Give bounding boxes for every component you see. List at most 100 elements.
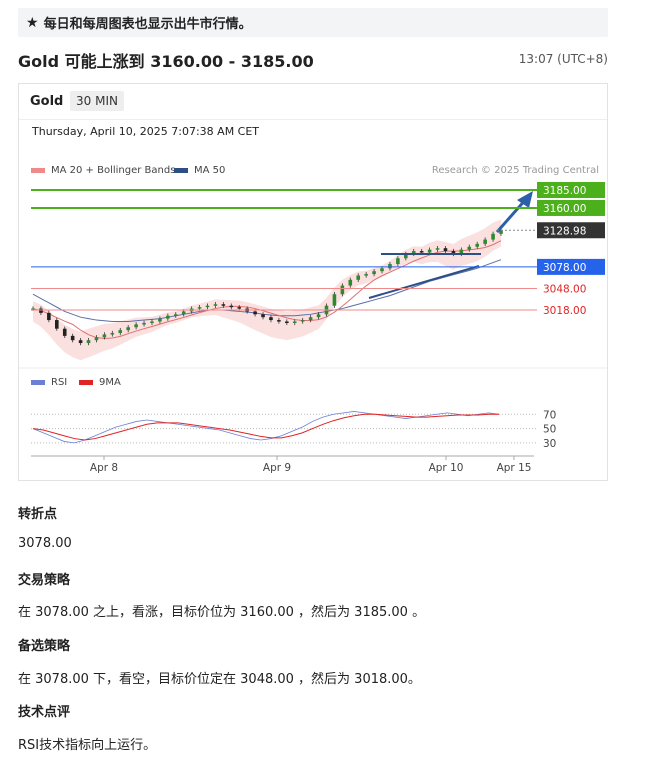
x-tick-label: Apr 15 [497, 462, 532, 474]
candle-body [300, 320, 305, 322]
level-label: 3018.00 [543, 305, 586, 317]
section-text-alternative: 在 3078.00 下，看空，目标价位定在 3048.00 ，然后为 3018.… [18, 672, 421, 687]
star-icon: ★ [26, 14, 39, 31]
candle-body [356, 275, 361, 280]
chart-credit: Research © 2025 Trading Central [432, 165, 599, 176]
candle-body [118, 330, 123, 333]
rsi-legend-label: RSI [51, 377, 67, 388]
rsi-tick-label: 30 [543, 438, 556, 450]
legend-label-ma50: MA 50 [194, 165, 225, 176]
legend-swatch-ma50 [174, 168, 188, 173]
candle-body [396, 258, 400, 265]
x-tick-Apr-10: Apr 10 [429, 456, 464, 474]
rsi-panel: 70 50 30 [31, 409, 556, 450]
article-title: Gold 可能上涨到 3160.00 - 3185.00 [18, 52, 314, 71]
candle-body [181, 311, 186, 315]
candle-body [269, 317, 273, 321]
candle-body [277, 320, 281, 322]
x-axis-ticks: Apr 8 Apr 9 Apr 10 Apr 15 [90, 456, 532, 474]
candle-body [332, 294, 337, 306]
level-3160.00: 3160.00 [31, 199, 605, 216]
candle-body [110, 332, 115, 335]
candle-body [419, 251, 424, 253]
x-tick-label: Apr 10 [429, 462, 464, 474]
chart-header: Gold 30 MIN [19, 84, 607, 120]
candle-body [102, 334, 107, 338]
level-3128.98: 3128.98 [497, 222, 605, 239]
section-label-strategy: 交易策略 [18, 573, 71, 588]
level-label: 3128.98 [543, 225, 586, 237]
candle-body [229, 305, 234, 308]
candle-body [388, 264, 392, 269]
level-label: 3160.00 [543, 203, 586, 215]
candle-body [166, 315, 170, 319]
price-levels: 3185.00 3160.00 3128.98 3078.00 3048.00 3018.… [31, 182, 605, 317]
candle-body [364, 274, 368, 276]
x-tick-Apr-15: Apr 15 [497, 456, 532, 474]
candle-body [340, 285, 345, 295]
candle-body [237, 307, 242, 309]
x-tick-label: Apr 8 [90, 462, 118, 474]
x-tick-label: Apr 9 [263, 462, 291, 474]
chart-card: Gold 30 MIN Thursday, April 10, 2025 7:0… [18, 83, 608, 481]
candle-body [491, 233, 495, 240]
candle-body [173, 314, 178, 316]
candle-body [197, 307, 202, 309]
notice-banner: ★ 每日和每周图表也显示出牛市行情。 [18, 8, 608, 37]
candle-body [316, 314, 321, 318]
rsi-ma-legend-swatch [79, 380, 93, 385]
candle-body [308, 317, 313, 321]
rsi-tick-label: 70 [543, 409, 556, 421]
candle-body [483, 239, 487, 244]
section-text-pivot: 3078.00 [18, 536, 72, 551]
legend-swatch-bb [31, 168, 45, 173]
candle-body [475, 243, 480, 247]
candle-body [134, 324, 138, 328]
candle-body [39, 308, 43, 313]
candle-body [54, 320, 59, 329]
article-time: 13:07 (UTC+8) [518, 52, 608, 66]
candle-body [150, 321, 154, 323]
candle-body [94, 337, 99, 341]
candle-body [70, 335, 75, 341]
candle-body [348, 279, 353, 286]
x-tick-Apr-9: Apr 9 [263, 456, 291, 474]
price-area [31, 191, 533, 361]
rsi-ma-line [32, 413, 499, 441]
price-chart: MA 20 + Bollinger Bands MA 50 Research ©… [19, 165, 607, 474]
candle-body [47, 312, 51, 321]
candle-body [285, 321, 289, 323]
candle-body [253, 311, 257, 315]
level-3078.00: 3078.00 [31, 258, 605, 275]
rsi-line [32, 411, 500, 444]
candle-body [380, 268, 384, 272]
asset-name: Gold [30, 94, 64, 109]
candle-body [443, 248, 448, 252]
chart-datetime: Thursday, April 10, 2025 7:07:38 AM CET [32, 125, 260, 138]
candle-body [205, 305, 210, 308]
candle-body [62, 328, 67, 336]
candle-body [435, 248, 440, 250]
section-text-comment: RSI技术指标向上运行。 [18, 738, 157, 753]
rsi-tick-label: 50 [543, 424, 556, 436]
candle-body [261, 314, 265, 318]
candle-body [158, 318, 162, 322]
candle-body [142, 322, 146, 325]
rsi-legend-swatch [31, 380, 45, 385]
level-3048.00: 3048.00 [31, 283, 586, 295]
section-label-comment: 技术点评 [18, 705, 71, 720]
candle [332, 292, 337, 308]
candle-body [221, 304, 226, 306]
timeframe-badge: 30 MIN [70, 91, 124, 111]
bollinger-band [33, 219, 501, 361]
section-text-strategy: 在 3078.00 之上，看涨，目标价位为 3160.00 ，然后为 3185.… [18, 605, 426, 620]
level-label: 3078.00 [543, 262, 586, 274]
level-label: 3048.00 [543, 283, 586, 295]
candle-body [372, 271, 376, 275]
x-tick-Apr-8: Apr 8 [90, 456, 118, 474]
candle-body [126, 327, 130, 331]
candle-body [78, 340, 83, 344]
candle-body [427, 249, 432, 253]
rsi-ma-legend-label: 9MA [99, 377, 121, 388]
candle-body [86, 340, 91, 344]
